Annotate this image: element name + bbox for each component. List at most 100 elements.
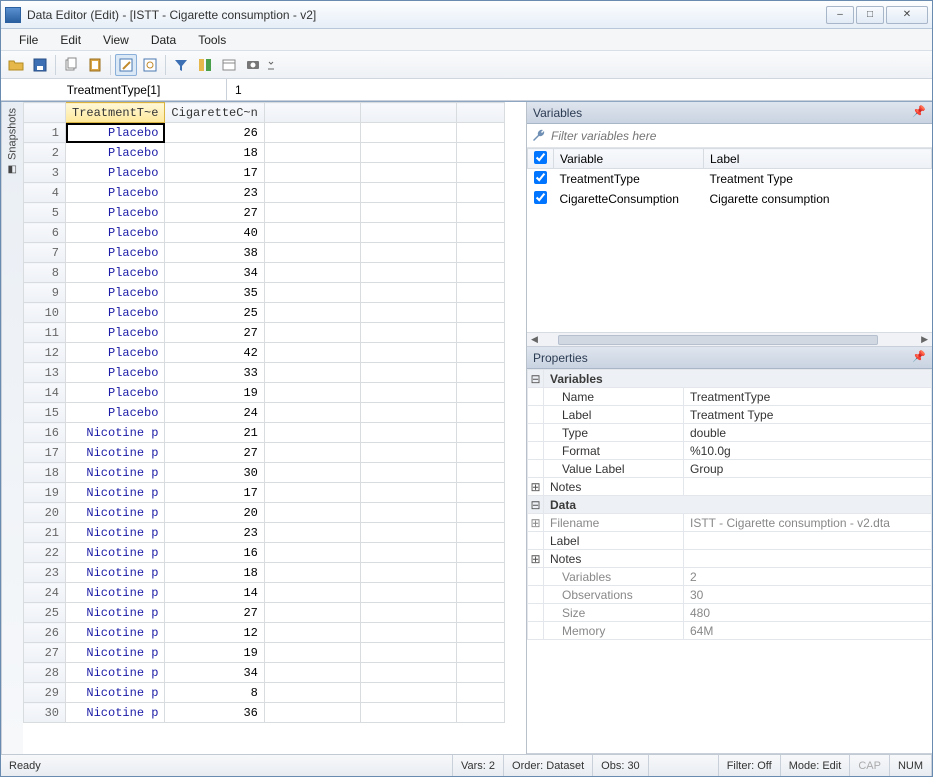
cell-blank[interactable] — [360, 263, 456, 283]
cell-blank[interactable] — [264, 703, 360, 723]
row-number[interactable]: 18 — [24, 463, 66, 483]
menu-edit[interactable]: Edit — [50, 31, 91, 49]
cell-blank[interactable] — [360, 483, 456, 503]
cell-cigarette[interactable]: 26 — [165, 123, 264, 143]
cell-blank[interactable] — [360, 623, 456, 643]
cell-cigarette[interactable]: 16 — [165, 543, 264, 563]
table-row[interactable]: 2Placebo18 — [24, 143, 505, 163]
cell-treatment[interactable]: Placebo — [66, 283, 165, 303]
cell-treatment[interactable]: Nicotine p — [66, 423, 165, 443]
pin-icon[interactable]: 📌 — [912, 350, 926, 363]
variable-checkbox[interactable] — [534, 191, 547, 204]
menu-view[interactable]: View — [93, 31, 139, 49]
table-row[interactable]: 13Placebo33 — [24, 363, 505, 383]
prop-row-format[interactable]: Format%10.0g — [528, 442, 932, 460]
cell-blank[interactable] — [264, 463, 360, 483]
cell-cigarette[interactable]: 35 — [165, 283, 264, 303]
cell-blank[interactable] — [264, 663, 360, 683]
grid-corner[interactable] — [24, 103, 66, 123]
scroll-thumb[interactable] — [558, 335, 878, 345]
cell-blank[interactable] — [456, 703, 504, 723]
cell-blank[interactable] — [264, 183, 360, 203]
cell-blank[interactable] — [264, 563, 360, 583]
table-row[interactable]: 18Nicotine p30 — [24, 463, 505, 483]
variables-header-variable[interactable]: Variable — [554, 149, 704, 169]
cell-blank[interactable] — [360, 583, 456, 603]
prop-row-filename[interactable]: ⊞FilenameISTT - Cigarette consumption - … — [528, 514, 932, 532]
cell-cigarette[interactable]: 12 — [165, 623, 264, 643]
maximize-button[interactable]: □ — [856, 6, 884, 24]
cell-blank[interactable] — [360, 163, 456, 183]
cell-blank[interactable] — [264, 163, 360, 183]
cell-blank[interactable] — [360, 543, 456, 563]
cell-cigarette[interactable]: 23 — [165, 183, 264, 203]
prop-row-valuelabel[interactable]: Value LabelGroup — [528, 460, 932, 478]
cell-treatment[interactable]: Placebo — [66, 243, 165, 263]
cell-blank[interactable] — [360, 203, 456, 223]
cell-blank[interactable] — [264, 343, 360, 363]
variable-checkbox[interactable] — [534, 171, 547, 184]
table-row[interactable]: 5Placebo27 — [24, 203, 505, 223]
properties-icon[interactable] — [218, 54, 240, 76]
cell-cigarette[interactable]: 18 — [165, 143, 264, 163]
row-number[interactable]: 21 — [24, 523, 66, 543]
variables-table[interactable]: Variable Label TreatmentTypeTreatment Ty… — [527, 148, 932, 332]
cell-cigarette[interactable]: 34 — [165, 663, 264, 683]
cell-blank[interactable] — [456, 643, 504, 663]
cell-blank[interactable] — [264, 323, 360, 343]
table-row[interactable]: 11Placebo27 — [24, 323, 505, 343]
table-row[interactable]: 6Placebo40 — [24, 223, 505, 243]
cell-blank[interactable] — [264, 403, 360, 423]
cell-blank[interactable] — [456, 183, 504, 203]
variable-name[interactable]: TreatmentType — [554, 169, 704, 189]
variable-checkbox-cell[interactable] — [528, 169, 554, 189]
cell-cigarette[interactable]: 24 — [165, 403, 264, 423]
cell-reference[interactable]: TreatmentType[1] — [1, 79, 227, 100]
row-number[interactable]: 22 — [24, 543, 66, 563]
prop-row-label[interactable]: LabelTreatment Type — [528, 406, 932, 424]
cell-blank[interactable] — [456, 663, 504, 683]
cell-treatment[interactable]: Nicotine p — [66, 623, 165, 643]
cell-blank[interactable] — [264, 283, 360, 303]
snapshots-rail[interactable]: ◧ Snapshots — [1, 102, 23, 754]
row-number[interactable]: 23 — [24, 563, 66, 583]
variables-filter-input[interactable] — [551, 129, 928, 143]
table-row[interactable]: 9Placebo35 — [24, 283, 505, 303]
check-all-icon[interactable] — [534, 151, 547, 164]
cell-blank[interactable] — [360, 383, 456, 403]
prop-section-variables[interactable]: ⊟ Variables — [528, 370, 932, 388]
table-row[interactable]: 26Nicotine p12 — [24, 623, 505, 643]
cell-cigarette[interactable]: 27 — [165, 203, 264, 223]
cell-blank[interactable] — [264, 443, 360, 463]
cell-treatment[interactable]: Placebo — [66, 383, 165, 403]
properties-pane-title[interactable]: Properties 📌 — [527, 347, 932, 369]
close-button[interactable]: ✕ — [886, 6, 928, 24]
cell-blank[interactable] — [456, 263, 504, 283]
variables-header-label[interactable]: Label — [704, 149, 932, 169]
cell-blank[interactable] — [360, 343, 456, 363]
menu-tools[interactable]: Tools — [188, 31, 236, 49]
paste-icon[interactable] — [84, 54, 106, 76]
cell-blank[interactable] — [456, 123, 504, 143]
table-row[interactable]: 25Nicotine p27 — [24, 603, 505, 623]
cell-blank[interactable] — [456, 443, 504, 463]
wrench-icon[interactable] — [531, 128, 547, 144]
prop-row-data-notes[interactable]: ⊞Notes — [528, 550, 932, 568]
row-number[interactable]: 25 — [24, 603, 66, 623]
cell-treatment[interactable]: Nicotine p — [66, 483, 165, 503]
scroll-right-icon[interactable]: ▶ — [921, 334, 928, 345]
table-row[interactable]: 3Placebo17 — [24, 163, 505, 183]
cell-treatment[interactable]: Placebo — [66, 123, 165, 143]
variable-row[interactable]: CigaretteConsumptionCigarette consumptio… — [528, 189, 932, 209]
variables-manager-icon[interactable] — [194, 54, 216, 76]
table-row[interactable]: 30Nicotine p36 — [24, 703, 505, 723]
row-number[interactable]: 16 — [24, 423, 66, 443]
variable-checkbox-cell[interactable] — [528, 189, 554, 209]
data-grid[interactable]: TreatmentT~e CigaretteC~n 1Placebo262Pla… — [23, 102, 505, 723]
table-row[interactable]: 23Nicotine p18 — [24, 563, 505, 583]
cell-treatment[interactable]: Nicotine p — [66, 643, 165, 663]
cell-blank[interactable] — [456, 343, 504, 363]
cell-blank[interactable] — [456, 483, 504, 503]
cell-blank[interactable] — [360, 403, 456, 423]
cell-treatment[interactable]: Placebo — [66, 183, 165, 203]
